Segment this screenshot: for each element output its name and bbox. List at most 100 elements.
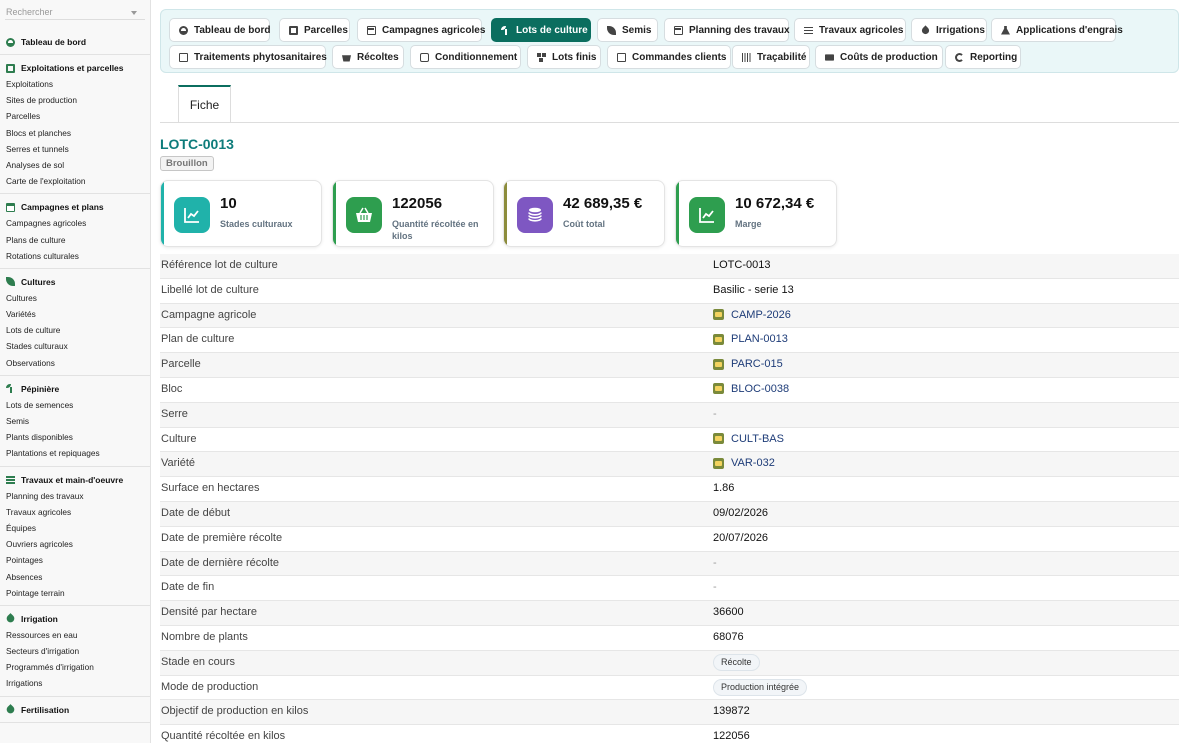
sidebar-item[interactable]: Observations xyxy=(0,355,150,371)
detail-label: Bloc xyxy=(161,382,183,395)
detail-link[interactable]: CAMP-2026 xyxy=(713,309,791,321)
detail-label: Date de fin xyxy=(161,581,215,594)
sidebar-group-title[interactable]: Tableau de bord xyxy=(0,34,150,50)
kpi-accent-bar xyxy=(161,181,164,246)
sidebar-item[interactable]: Lots de semences xyxy=(0,397,150,413)
detail-value: 09/02/2026 xyxy=(713,506,769,519)
tab-applications-d-engrais[interactable]: Applications d'engrais xyxy=(991,18,1123,42)
detail-value: LOTC-0013 xyxy=(713,259,771,271)
sidebar-item[interactable]: Équipes xyxy=(0,520,150,536)
detail-value: 1.86 xyxy=(713,482,735,495)
chevron-down-icon[interactable] xyxy=(131,11,137,15)
sidebar-item[interactable]: Programmés d'irrigation xyxy=(0,659,150,675)
sidebar-item[interactable]: Carte de l'exploitation xyxy=(0,173,150,189)
kpi-value: 10 672,34 € xyxy=(735,195,815,212)
tab-conditionnement[interactable]: Conditionnement xyxy=(410,45,521,69)
detail-label: Plan de culture xyxy=(161,333,235,346)
sidebar-item[interactable]: Campagnes agricoles xyxy=(0,215,150,231)
sidebar-group-title[interactable]: Travaux et main-d'oeuvre xyxy=(0,472,150,488)
sidebar-item[interactable]: Sites de production xyxy=(0,92,150,108)
detail-link[interactable]: VAR-032 xyxy=(713,457,775,469)
sidebar-item[interactable]: Pointage terrain xyxy=(0,585,150,601)
search-select[interactable]: Rechercher xyxy=(5,3,145,20)
detail-label: Date de dernière récolte xyxy=(161,556,280,569)
detail-label: Date de début xyxy=(161,506,231,519)
sidebar-item[interactable]: Lots de culture xyxy=(0,322,150,338)
tab-traitements-phytosanitaires[interactable]: Traitements phytosanitaires xyxy=(169,45,327,69)
detail-link[interactable]: BLOC-0038 xyxy=(713,383,789,395)
sidebar-item[interactable]: Irrigations xyxy=(0,675,150,691)
sidebar-item[interactable]: Travaux agricoles xyxy=(0,504,150,520)
detail-label: Campagne agricole xyxy=(161,308,257,321)
coins-icon xyxy=(517,197,553,233)
sidebar-group-title[interactable]: Fertilisation xyxy=(0,702,150,718)
list-icon xyxy=(6,475,15,484)
detail-value: - xyxy=(713,556,717,569)
sidebar-item[interactable]: Secteurs d'irrigation xyxy=(0,643,150,659)
tab-irrigations[interactable]: Irrigations xyxy=(911,18,987,42)
detail-row: Campagne agricole CAMP-2026 xyxy=(160,303,1179,329)
tab-commandes-clients[interactable]: Commandes clients xyxy=(607,45,731,69)
sidebar-group-title[interactable]: Cultures xyxy=(0,274,150,290)
spray-icon xyxy=(179,52,188,62)
detail-link-text: CULT-BAS xyxy=(731,432,784,445)
tab-travaux-agricoles[interactable]: Travaux agricoles xyxy=(794,18,906,42)
tab-parcelles[interactable]: Parcelles xyxy=(279,18,350,42)
sidebar-group-title[interactable]: Irrigation xyxy=(0,611,150,627)
tab-tracabilite[interactable]: Traçabilité xyxy=(732,45,810,69)
tab-fiche[interactable]: Fiche xyxy=(178,85,231,123)
sidebar-group: Cultures Cultures Variétés Lots de culture S… xyxy=(0,269,150,376)
sidebar-item[interactable]: Serres et tunnels xyxy=(0,141,150,157)
tab-semis[interactable]: Semis xyxy=(597,18,658,42)
sidebar-item[interactable]: Variétés xyxy=(0,306,150,322)
detail-label: Quantité récoltée en kilos xyxy=(161,730,286,743)
detail-link[interactable]: CULT-BAS xyxy=(713,433,784,445)
kpi-label: Quantité récoltée en kilos xyxy=(392,219,479,241)
tab-tableau-de-bord[interactable]: Tableau de bord xyxy=(169,18,271,42)
sidebar-item[interactable]: Planning des travaux xyxy=(0,488,150,504)
detail-value: - xyxy=(713,581,717,594)
tab-label: Semis xyxy=(622,24,652,36)
tab-label: Lots de culture xyxy=(516,24,588,36)
sidebar-item[interactable]: Stades culturaux xyxy=(0,338,150,354)
sidebar-item[interactable]: Blocs et planches xyxy=(0,125,150,141)
sidebar-item[interactable]: Analyses de sol xyxy=(0,157,150,173)
tab-planning-des-travaux[interactable]: Planning des travaux xyxy=(664,18,790,42)
sprout-icon xyxy=(6,384,15,394)
sidebar-item[interactable]: Absences xyxy=(0,569,150,585)
sidebar-item[interactable]: Ressources en eau xyxy=(0,627,150,643)
record-link-icon xyxy=(713,333,724,345)
tab-campagnes-agricoles[interactable]: Campagnes agricoles xyxy=(357,18,486,42)
sidebar-item[interactable]: Semis xyxy=(0,413,150,429)
tab-recoltes[interactable]: Récoltes xyxy=(332,45,404,69)
drop-icon xyxy=(5,613,16,625)
detail-table: Référence lot de culture LOTC-0013 Libellé… xyxy=(160,254,1179,743)
sidebar-group-title[interactable]: Exploitations et parcelles xyxy=(0,60,150,76)
sidebar-group: Campagnes et plans Campagnes agricoles Pla… xyxy=(0,194,150,269)
sidebar-item[interactable]: Pointages xyxy=(0,552,150,568)
chart-pie-icon xyxy=(955,52,964,62)
detail-link-text: PLAN-0013 xyxy=(731,333,788,346)
tab-lots-de-culture[interactable]: Lots de culture xyxy=(491,18,591,42)
detail-row: Mode de production Production intégrée xyxy=(160,676,1179,701)
sidebar-item[interactable]: Rotations culturales xyxy=(0,248,150,264)
sidebar-group-title[interactable]: Pépinière xyxy=(0,381,150,397)
sidebar-item[interactable]: Exploitations xyxy=(0,76,150,92)
detail-link[interactable]: PLAN-0013 xyxy=(713,333,788,345)
detail-link[interactable]: PARC-015 xyxy=(713,358,783,370)
sidebar-item[interactable]: Parcelles xyxy=(0,108,150,124)
sidebar-item[interactable]: Plans de culture xyxy=(0,232,150,248)
money-icon xyxy=(825,53,834,61)
tab-reporting[interactable]: Reporting xyxy=(945,45,1021,69)
tab-couts-de-production[interactable]: Coûts de production xyxy=(815,45,943,69)
tab-label: Campagnes agricoles xyxy=(382,24,486,36)
kpi-value: 42 689,35 € xyxy=(563,195,643,212)
sidebar-item[interactable]: Cultures xyxy=(0,290,150,306)
detail-row: Nombre de plants 68076 xyxy=(160,626,1179,651)
tab-lots-finis[interactable]: Lots finis xyxy=(527,45,601,69)
sidebar: Rechercher Tableau de bord Exploitations … xyxy=(0,0,151,743)
sidebar-item[interactable]: Plantations et repiquages xyxy=(0,445,150,461)
sidebar-item[interactable]: Plants disponibles xyxy=(0,429,150,445)
sidebar-group-title[interactable]: Campagnes et plans xyxy=(0,199,150,215)
sidebar-item[interactable]: Ouvriers agricoles xyxy=(0,536,150,552)
